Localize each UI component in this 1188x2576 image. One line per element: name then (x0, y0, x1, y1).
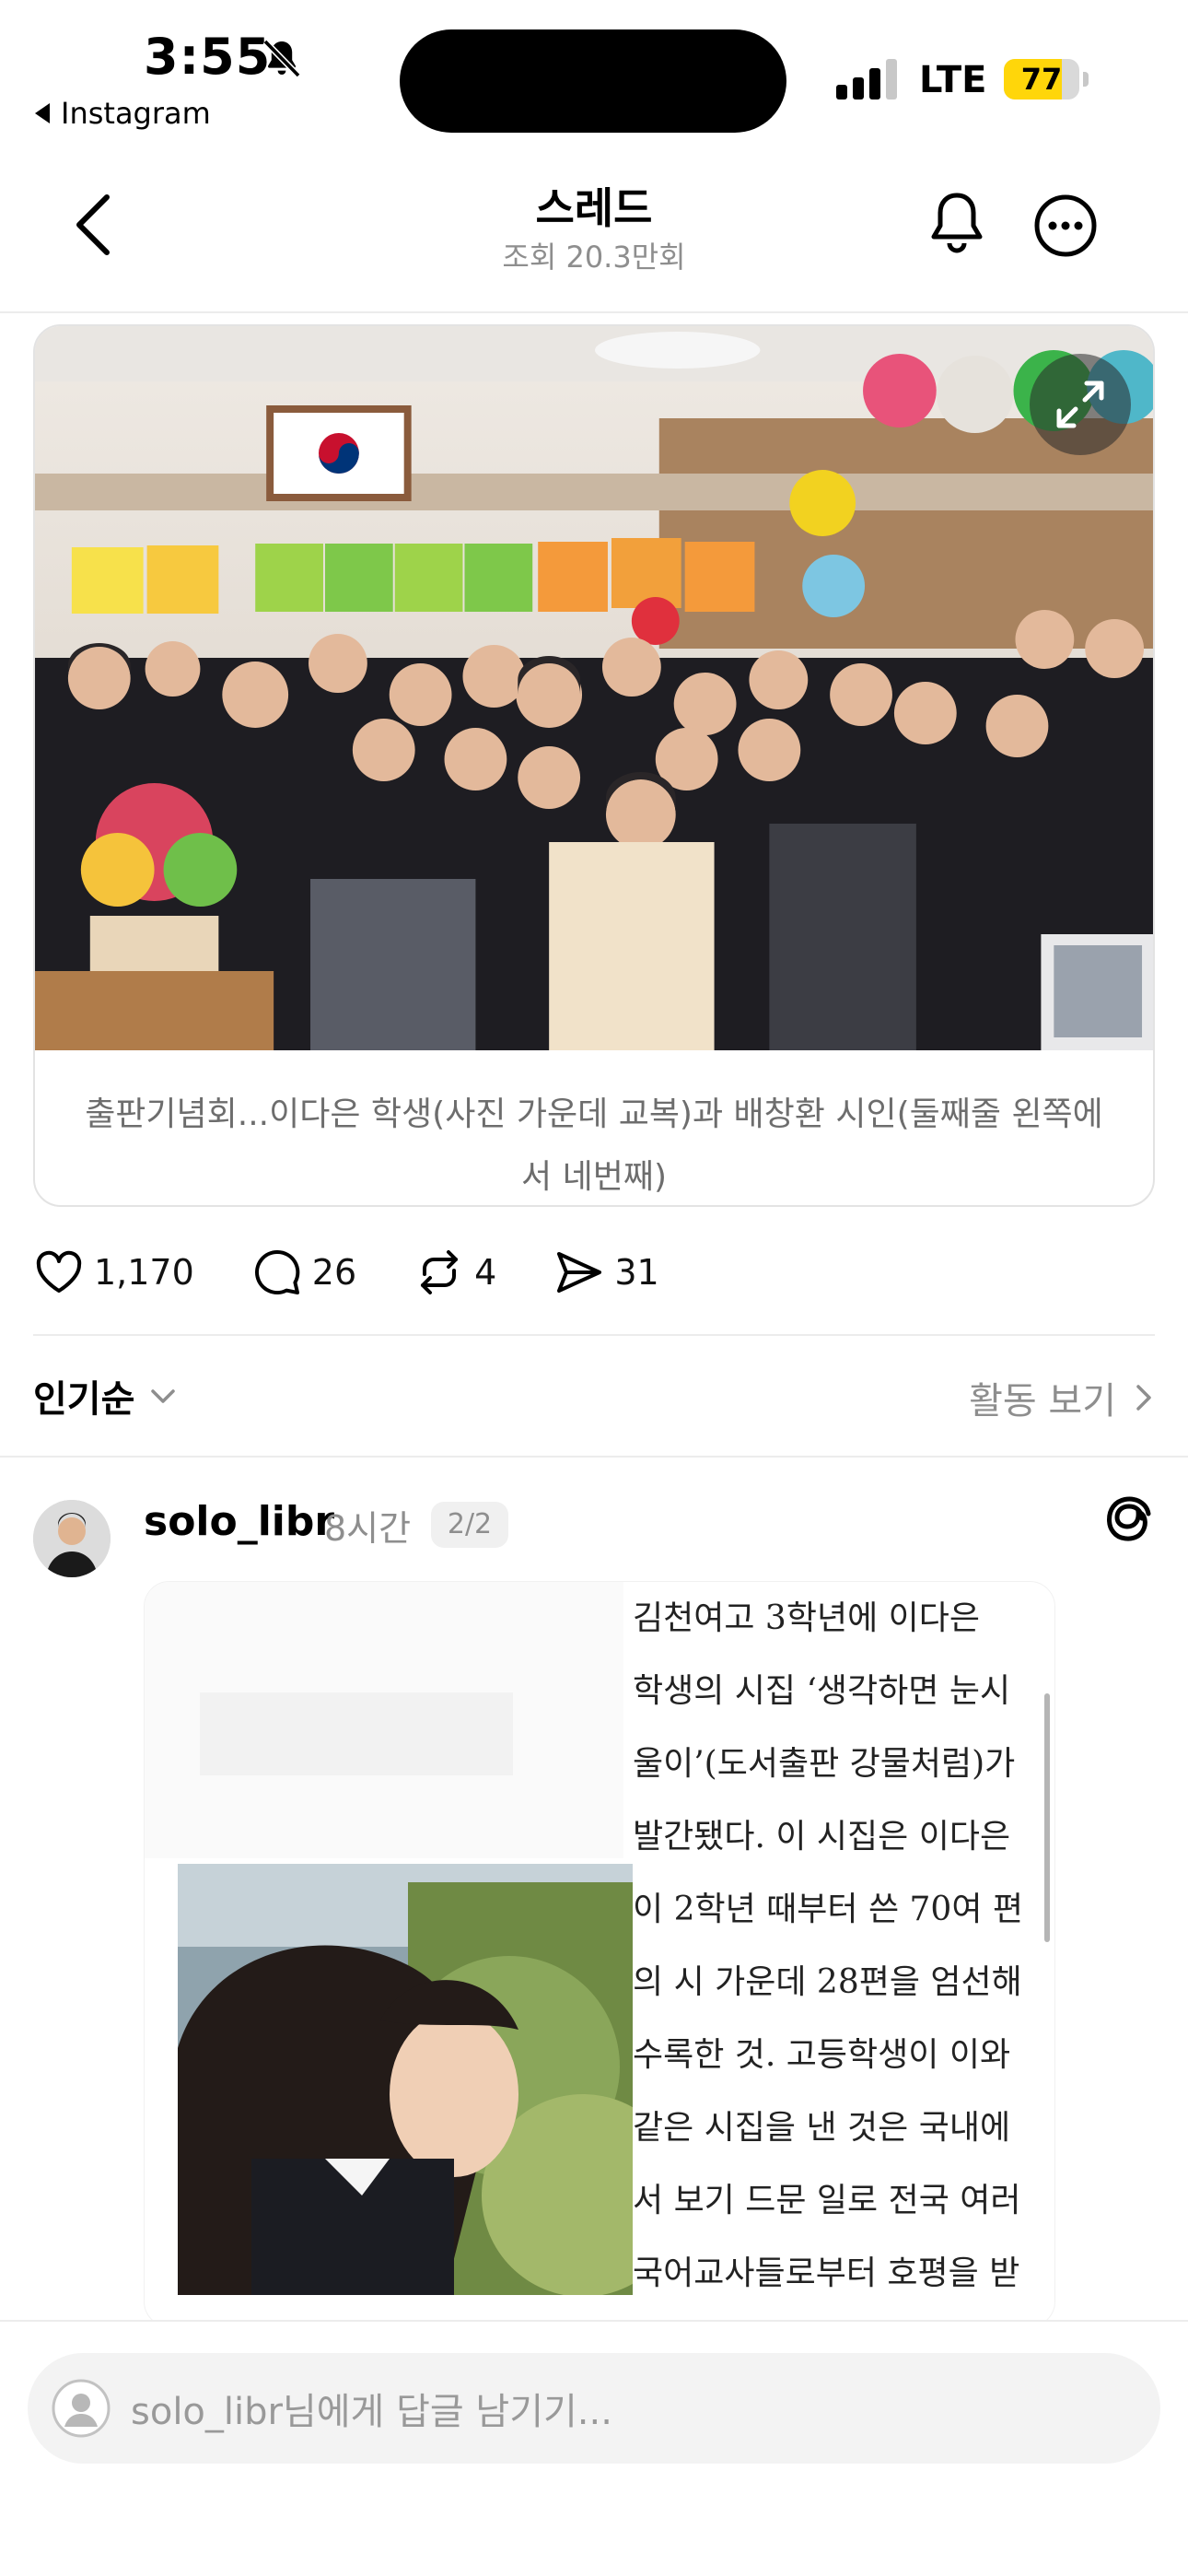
sort-label: 인기순 (33, 1378, 135, 1421)
reply-username[interactable]: solo_libr (144, 1498, 334, 1545)
battery-percent: 77 (1020, 62, 1063, 97)
repost-icon (421, 1250, 459, 1294)
repost-count: 4 (474, 1252, 497, 1293)
photo-caption: 출판기념회...이다은 학생(사진 가운데 교복)과 배창환 시인(둘째줄 왼쪽… (85, 1095, 1103, 1196)
reply-input[interactable]: solo_libr님에게 답글 남기기... (28, 2353, 1160, 2464)
notification-bell-icon[interactable] (925, 188, 989, 258)
article-line: 울이’(도서출판 강물처럼)가 (633, 1745, 1016, 1783)
cellular-signal-icon (836, 59, 897, 100)
comment-count: 26 (311, 1252, 357, 1293)
like-button[interactable]: 1,170 (33, 1247, 194, 1298)
battery-indicator: 77 (1004, 59, 1079, 100)
network-type: LTE (919, 59, 987, 101)
chevron-right-icon (1136, 1385, 1151, 1411)
like-count: 1,170 (94, 1252, 194, 1293)
more-options-icon[interactable] (1033, 193, 1098, 258)
media-scrollbar[interactable] (1044, 1693, 1050, 1942)
thread-page-badge: 2/2 (431, 1502, 508, 1548)
avatar[interactable] (33, 1500, 111, 1577)
post-media-card[interactable]: 출판기념회...이다은 학생(사진 가운데 교복)과 배창환 시인(둘째줄 왼쪽… (33, 324, 1155, 1207)
expand-icon (1056, 381, 1104, 428)
threads-logo-icon[interactable] (1101, 1491, 1159, 1551)
article-line: 서 보기 드문 일로 전국 여러 (633, 2182, 1021, 2219)
article-clipping-image[interactable]: 김천여고 3학년에 이다은 학생의 시집 ‘생각하면 눈시 울이’(도서출판 강… (144, 1581, 1055, 2327)
actions-divider (33, 1334, 1155, 1336)
back-triangle-icon (35, 103, 50, 123)
expand-media-button[interactable] (1030, 354, 1131, 455)
article-line: 김천여고 3학년에 이다은 (633, 1599, 980, 1637)
reply-bar: solo_libr님에게 답글 남기기... (0, 2320, 1188, 2576)
article-line: 수록한 것. 고등학생이 이와 (633, 2036, 1011, 2074)
status-time: 3:55 (144, 28, 272, 86)
article-line: 국어교사들로부터 호평을 받 (633, 2254, 1020, 2292)
share-count: 31 (614, 1252, 659, 1293)
dynamic-island (400, 29, 786, 133)
article-line: 발간됐다. 이 시집은 이다은 (633, 1818, 1011, 1856)
reply-placeholder: solo_libr님에게 답글 남기기... (131, 2391, 612, 2433)
page-title: 스레드 (535, 183, 653, 233)
student-portrait (178, 1864, 633, 2295)
back-app-label: Instagram (61, 96, 211, 131)
battery-tip (1083, 72, 1089, 87)
avatar-image (33, 1500, 111, 1577)
article-line: 이 2학년 때부터 쓴 70여 편 (633, 1891, 1024, 1928)
chevron-down-icon (151, 1389, 176, 1403)
share-button[interactable]: 31 (553, 1247, 659, 1298)
group-photo[interactable] (35, 326, 1153, 1050)
heart-icon (36, 1250, 82, 1293)
sort-dropdown[interactable]: 인기순 (33, 1369, 179, 1423)
comment-bubble-icon (254, 1249, 300, 1294)
send-icon (557, 1252, 602, 1293)
header-divider (0, 311, 1188, 313)
bell-slash-icon (262, 39, 301, 78)
view-activity-link[interactable]: 활동 보기 (969, 1371, 1155, 1424)
repost-button[interactable]: 4 (413, 1247, 496, 1298)
article-line: 같은 시집을 낸 것은 국내에 (633, 2109, 1011, 2147)
faded-background (145, 1582, 623, 1858)
comment-button[interactable]: 26 (251, 1247, 356, 1298)
view-activity-label: 활동 보기 (969, 1380, 1116, 1423)
article-text: 김천여고 3학년에 이다은 학생의 시집 ‘생각하면 눈시 울이’(도서출판 강… (633, 1582, 1054, 2310)
reply-time: 8시간 (324, 1508, 412, 1549)
sort-divider (0, 1456, 1188, 1458)
article-line: 학생의 시집 ‘생각하면 눈시 (633, 1672, 1011, 1710)
article-line: 의 시 가운데 28편을 엄선해 (633, 1963, 1022, 2001)
user-placeholder-icon (52, 2379, 111, 2438)
post-actions: 1,170 26 4 31 (33, 1242, 716, 1303)
view-count: 조회 20.3만회 (502, 240, 686, 275)
back-to-app-link[interactable]: Instagram (35, 96, 211, 131)
